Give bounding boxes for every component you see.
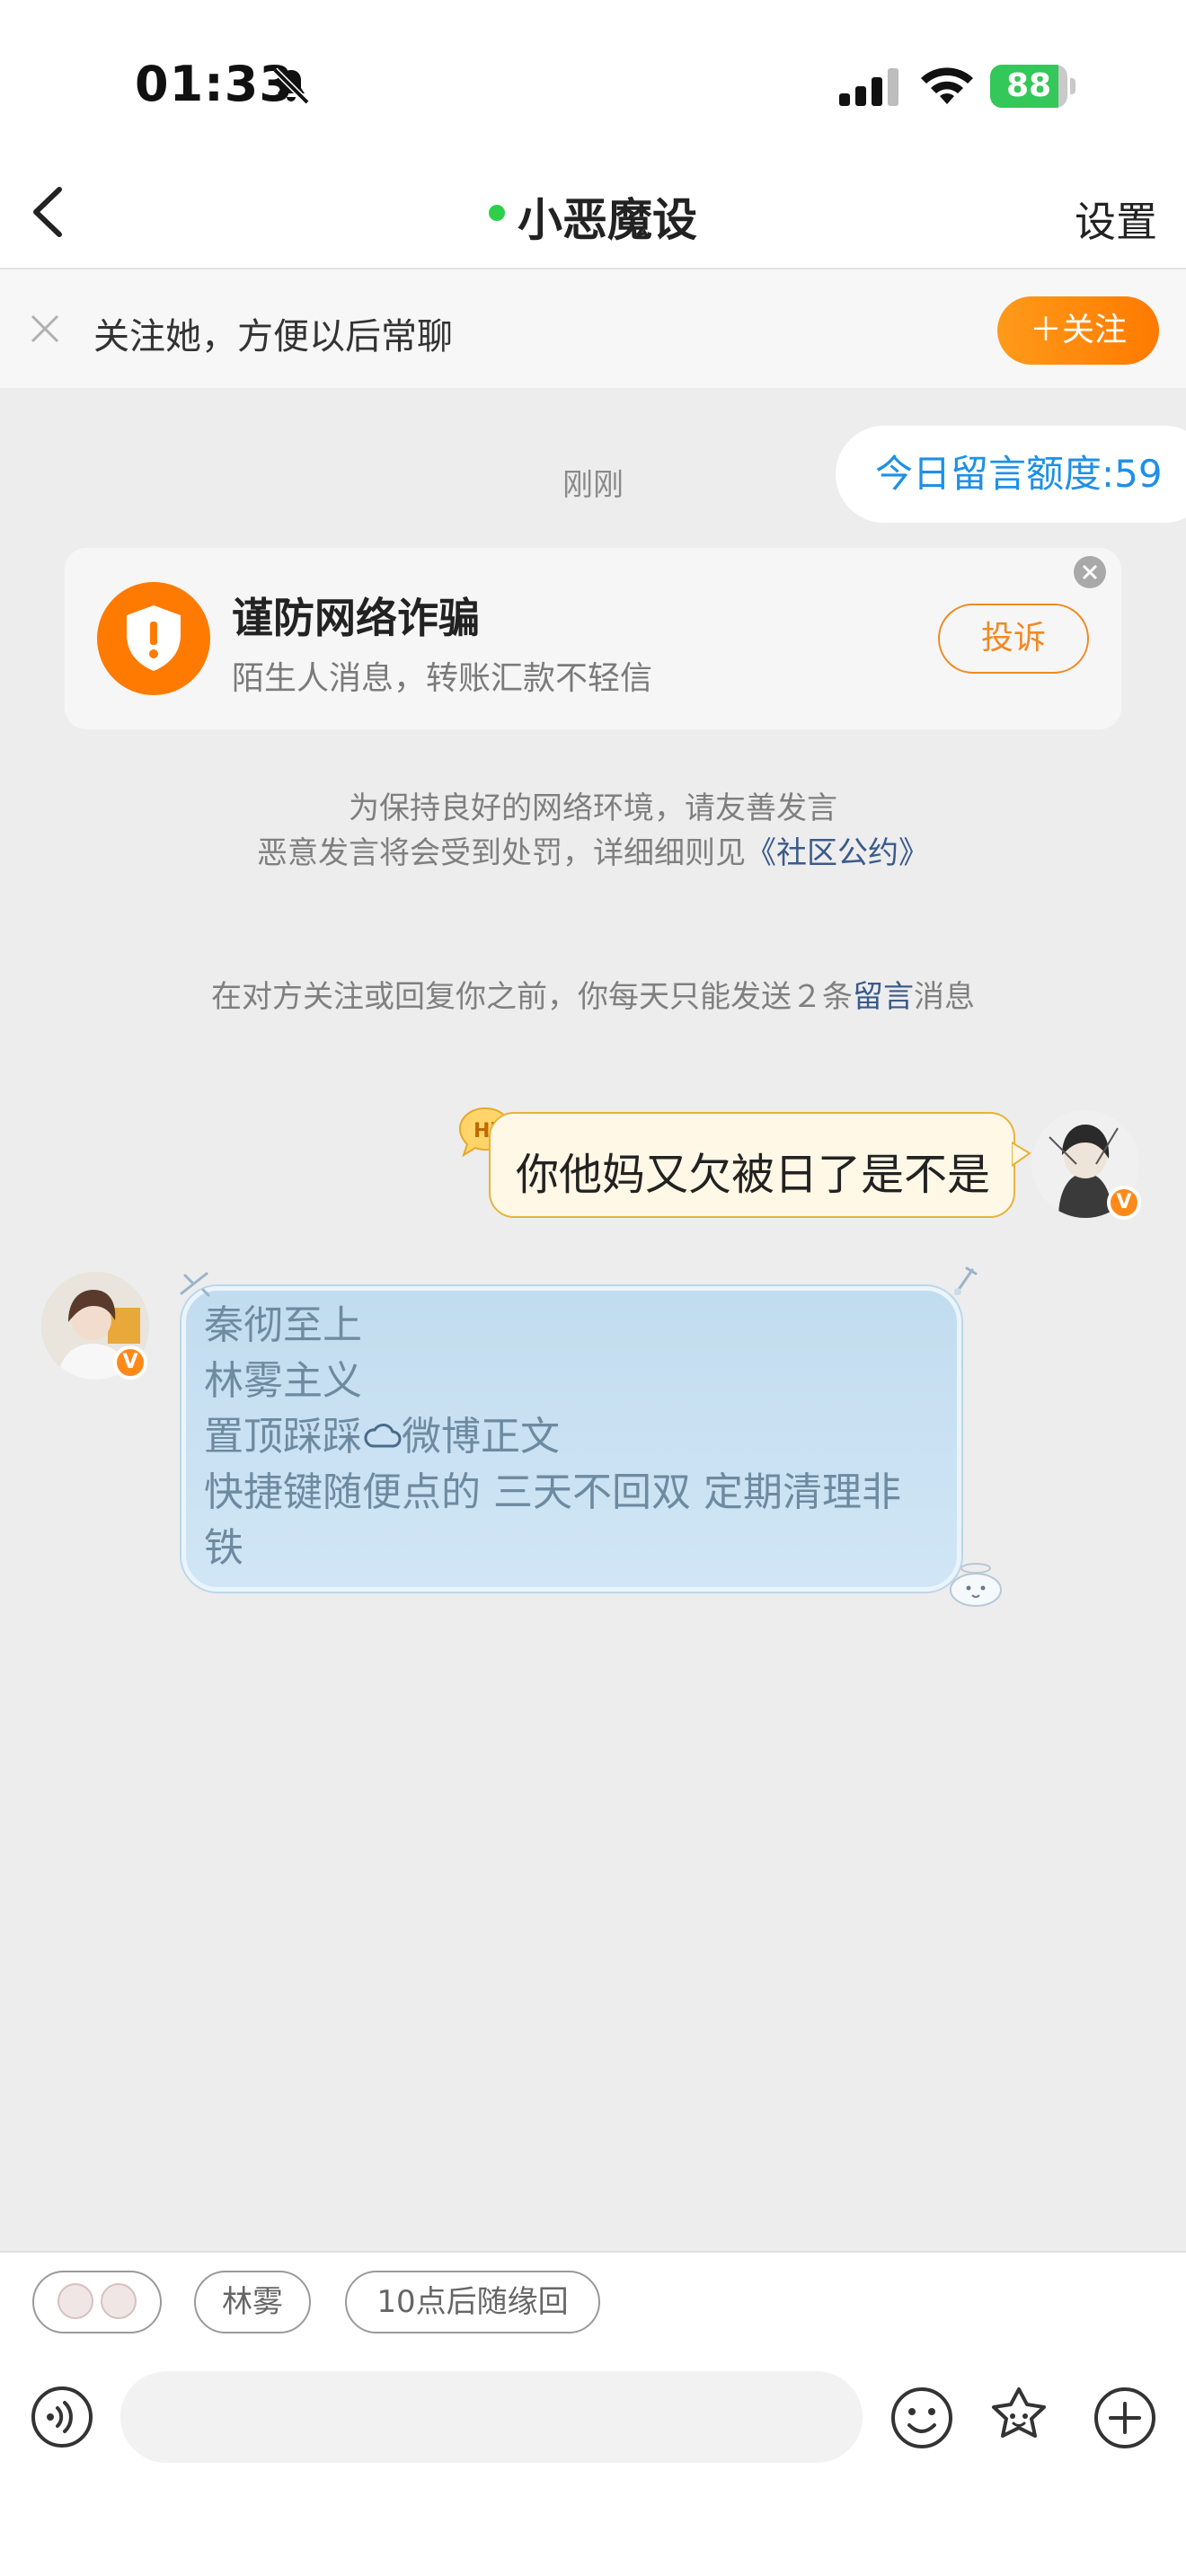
- nav-title-group: 小恶魔设: [0, 184, 1186, 249]
- quick-reply-chip[interactable]: 林雾: [194, 2271, 311, 2333]
- online-status-dot: [489, 205, 505, 221]
- wifi-icon: [921, 67, 973, 104]
- my-message-text: 你他妈又欠被日了是不是: [516, 1150, 991, 1200]
- close-icon[interactable]: [29, 313, 61, 345]
- fraud-warning-card: 谨防网络诈骗 陌生人消息，转账汇款不轻信 投诉: [65, 548, 1121, 729]
- follow-prompt-text: 关注她，方便以后常聊: [93, 316, 453, 357]
- signal-icon: [839, 68, 898, 106]
- card-close-icon[interactable]: [1073, 555, 1107, 589]
- quick-reply-chip[interactable]: 10点后随缘回: [345, 2271, 600, 2333]
- fraud-warning-title: 谨防网络诈骗: [232, 594, 480, 642]
- their-message-line: 林雾主义: [204, 1358, 362, 1404]
- nav-bar: 小恶魔设 设置: [0, 157, 1186, 269]
- shield-warning-icon: [97, 582, 210, 695]
- bell-slash-icon: [272, 67, 310, 105]
- their-message-line: 置顶踩踩 微博正文: [204, 1409, 901, 1465]
- battery-indicator: 88: [990, 65, 1076, 108]
- follow-button[interactable]: ＋关注: [997, 296, 1159, 365]
- emoji-icon[interactable]: [890, 2386, 954, 2450]
- plus-icon[interactable]: [1093, 2386, 1157, 2450]
- fraud-warning-subtitle: 陌生人消息，转账汇款不轻信: [232, 660, 653, 697]
- their-message-line: 秦彻至上: [204, 1302, 362, 1348]
- voice-input-icon[interactable]: [31, 2386, 93, 2448]
- community-notice-line1: 为保持良好的网络环境，请友善发言: [349, 790, 837, 826]
- settings-button[interactable]: 设置: [1075, 190, 1157, 249]
- their-message-text: 秦彻至上 林雾主义 置顶踩踩 微博正文 快捷键随便点的 三天不回双 定期清理非 铁: [204, 1298, 901, 1576]
- verified-badge: V: [1107, 1186, 1141, 1220]
- sticker-icon[interactable]: [985, 2384, 1053, 2452]
- community-rules-link[interactable]: 《社区公约》: [746, 835, 929, 871]
- message-limit-notice: 在对方关注或回复你之前，你每天只能发送２条留言消息: [0, 972, 1186, 1016]
- bubble-decoration-icon: [954, 1266, 978, 1295]
- quick-reply-emoji[interactable]: [32, 2271, 162, 2333]
- emoji-avatar-icon: [58, 2282, 93, 2319]
- limit-notice-suffix: 消息: [914, 979, 975, 1015]
- bubble-decoration-icon: [180, 1272, 210, 1297]
- page-title: 小恶魔设: [518, 194, 697, 246]
- limit-notice-text: 在对方关注或回复你之前，你每天只能发送２条: [211, 979, 853, 1015]
- follow-prompt-bar: 关注她，方便以后常聊 ＋关注: [0, 269, 1186, 388]
- message-input[interactable]: [120, 2371, 863, 2463]
- my-message-bubble[interactable]: 你他妈又欠被日了是不是: [489, 1112, 1015, 1218]
- their-verified-badge: V: [113, 1345, 147, 1380]
- their-message-line: 铁: [204, 1525, 243, 1571]
- status-bar: 01:33 88: [0, 0, 1186, 157]
- composer-area: 林雾 10点后随缘回: [0, 2251, 1186, 2576]
- emoji-avatar-icon: [101, 2282, 137, 2319]
- their-message-line: 快捷键随便点的 三天不回双 定期清理非: [204, 1469, 901, 1515]
- weibo-post-link[interactable]: 微博正文: [402, 1414, 560, 1460]
- bubble-tail: [1012, 1141, 1031, 1168]
- weibo-link-icon: [364, 1424, 402, 1448]
- message-timestamp: 刚刚: [562, 467, 624, 503]
- their-message-bubble[interactable]: 秦彻至上 林雾主义 置顶踩踩 微博正文 快捷键随便点的 三天不回双 定期清理非 铁: [181, 1286, 961, 1592]
- community-notice-line2: 恶意发言将会受到处罚，详细细则见《社区公约》: [0, 828, 1186, 872]
- leave-message-link[interactable]: 留言: [853, 979, 914, 1015]
- battery-level-text: 88: [1005, 67, 1052, 104]
- angel-sticker-icon: [950, 1563, 1002, 1607]
- report-button[interactable]: 投诉: [938, 604, 1089, 674]
- community-notice-text: 恶意发言将会受到处罚，详细细则见: [257, 835, 746, 871]
- pin-text: 置顶踩踩: [204, 1414, 362, 1460]
